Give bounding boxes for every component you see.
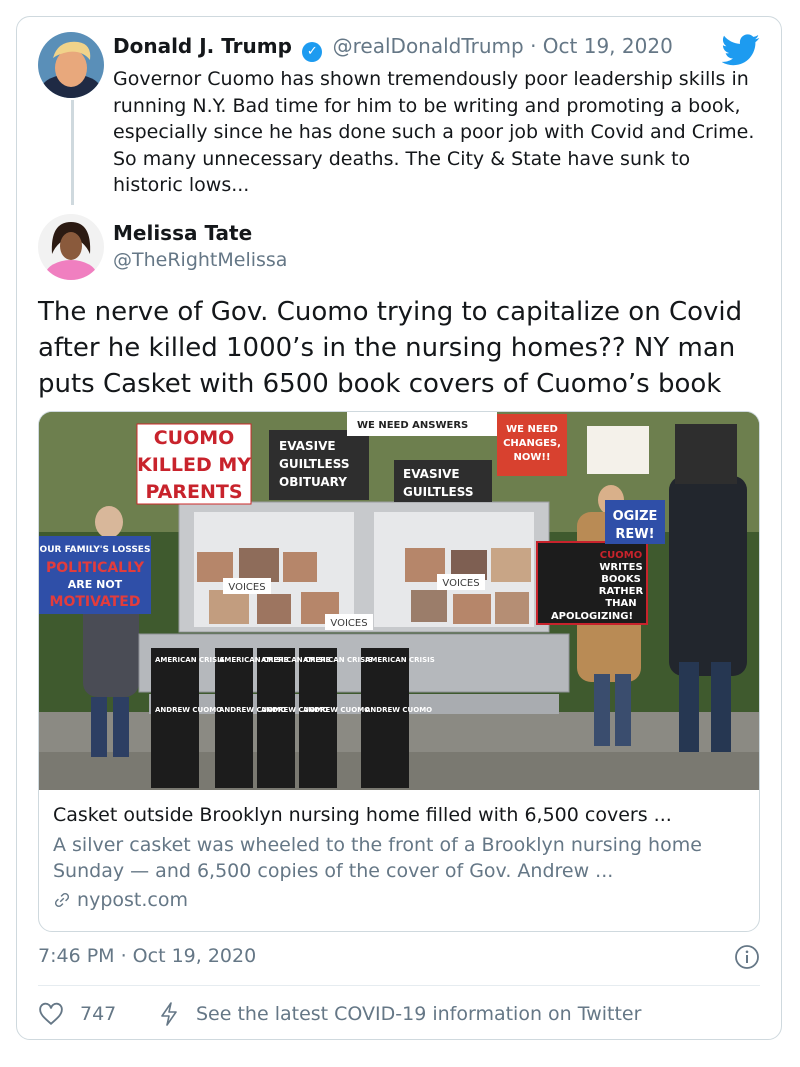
sign-writes-line1: CUOMO <box>600 550 642 561</box>
sign-losses-line2: POLITICALLY <box>46 560 145 576</box>
sign-writes-line3: BOOKS <box>601 574 641 585</box>
voices-label-3: VOICES <box>330 618 367 629</box>
link-card-domain[interactable]: nypost.com <box>77 889 188 911</box>
voices-label-2: VOICES <box>442 578 479 589</box>
quoted-tweet-date[interactable]: Oct 19, 2020 <box>543 34 673 58</box>
link-preview-card[interactable]: VOICES VOICES VOICES AMERICAN CRISIS AME… <box>38 411 760 932</box>
footer-divider <box>38 985 760 986</box>
quoted-author-name[interactable]: Donald J. Trump <box>113 34 292 58</box>
article-photo[interactable]: VOICES VOICES VOICES AMERICAN CRISIS AME… <box>39 412 759 790</box>
twitter-bird-icon[interactable] <box>721 34 760 70</box>
sign-evasive-line3: OBITUARY <box>279 475 347 489</box>
author-avatar[interactable] <box>38 214 104 280</box>
sign-changes-line3: NOW!! <box>513 452 550 463</box>
book-author-4: ANDREW CUOMO <box>303 706 370 714</box>
link-card-title[interactable]: Casket outside Brooklyn nursing home fil… <box>53 804 753 826</box>
like-count[interactable]: 747 <box>80 1003 116 1025</box>
sign-evasive2-line2: GUILTLESS <box>403 485 474 499</box>
sign-writes-line4: RATHER <box>599 586 644 597</box>
voices-label-1: VOICES <box>228 582 265 593</box>
quoted-author-avatar[interactable] <box>38 32 104 98</box>
sign-changes-line2: CHANGES, <box>503 438 561 449</box>
sign-we-need-answers: WE NEED ANSWERS <box>357 420 468 431</box>
sign-evasive-line2: GUILTLESS <box>279 457 350 471</box>
sign-evasive2-line1: EVASIVE <box>403 467 460 481</box>
link-icon <box>53 889 77 911</box>
header-separator: · <box>530 34 537 58</box>
sign-losses-line1: OUR FAMILY'S LOSSES <box>40 545 151 555</box>
sign-changes-line1: WE NEED <box>506 424 558 435</box>
quoted-tweet-text: Governor Cuomo has shown tremendously po… <box>113 68 755 196</box>
book-author-5: ANDREW CUOMO <box>365 706 432 714</box>
sign-writes-line6: APOLOGIZING! <box>551 611 633 622</box>
sign-evasive-line1: EVASIVE <box>279 439 336 453</box>
heart-icon[interactable] <box>38 1001 64 1032</box>
sign-losses-line3: ARE NOT <box>68 578 123 591</box>
lightning-icon[interactable] <box>158 1001 180 1032</box>
sign-writes-line2: WRITES <box>599 562 642 573</box>
tweet-timestamp[interactable]: 7:46 PM · Oct 19, 2020 <box>38 945 256 967</box>
book-title-5: AMERICAN CRISIS <box>365 656 435 664</box>
author-name[interactable]: Melissa Tate <box>113 221 252 245</box>
thread-connector-line <box>71 100 74 205</box>
info-icon[interactable] <box>734 944 760 974</box>
tweet-text: The nerve of Gov. Cuomo trying to capita… <box>38 297 743 399</box>
verified-check-icon: ✓ <box>302 42 323 62</box>
sign-cuomo-line2: KILLED MY <box>137 454 251 476</box>
author-handle[interactable]: @TheRightMelissa <box>113 249 287 271</box>
quoted-tweet-header: Donald J. Trump ✓ @realDonaldTrump · Oct… <box>113 34 673 62</box>
book-title-4: AMERICAN CRISIS <box>303 656 373 664</box>
sign-apologize-line1: OGIZE <box>613 509 658 524</box>
sign-losses-line4: MOTIVATED <box>50 594 141 610</box>
sign-cuomo-line1: CUOMO <box>154 427 235 449</box>
book-title-1: AMERICAN CRISIS <box>155 656 225 664</box>
link-card-domain-row[interactable]: nypost.com <box>53 889 188 911</box>
sign-apologize-line2: REW! <box>615 527 654 542</box>
link-card-description: A silver casket was wheeled to the front… <box>53 834 702 882</box>
covid-info-link[interactable]: See the latest COVID-19 information on T… <box>196 1003 641 1025</box>
sign-writes-line5: THAN <box>605 598 636 609</box>
quoted-author-handle[interactable]: @realDonaldTrump <box>333 34 524 58</box>
book-author-1: ANDREW CUOMO <box>155 706 222 714</box>
sign-cuomo-line3: PARENTS <box>145 481 242 503</box>
